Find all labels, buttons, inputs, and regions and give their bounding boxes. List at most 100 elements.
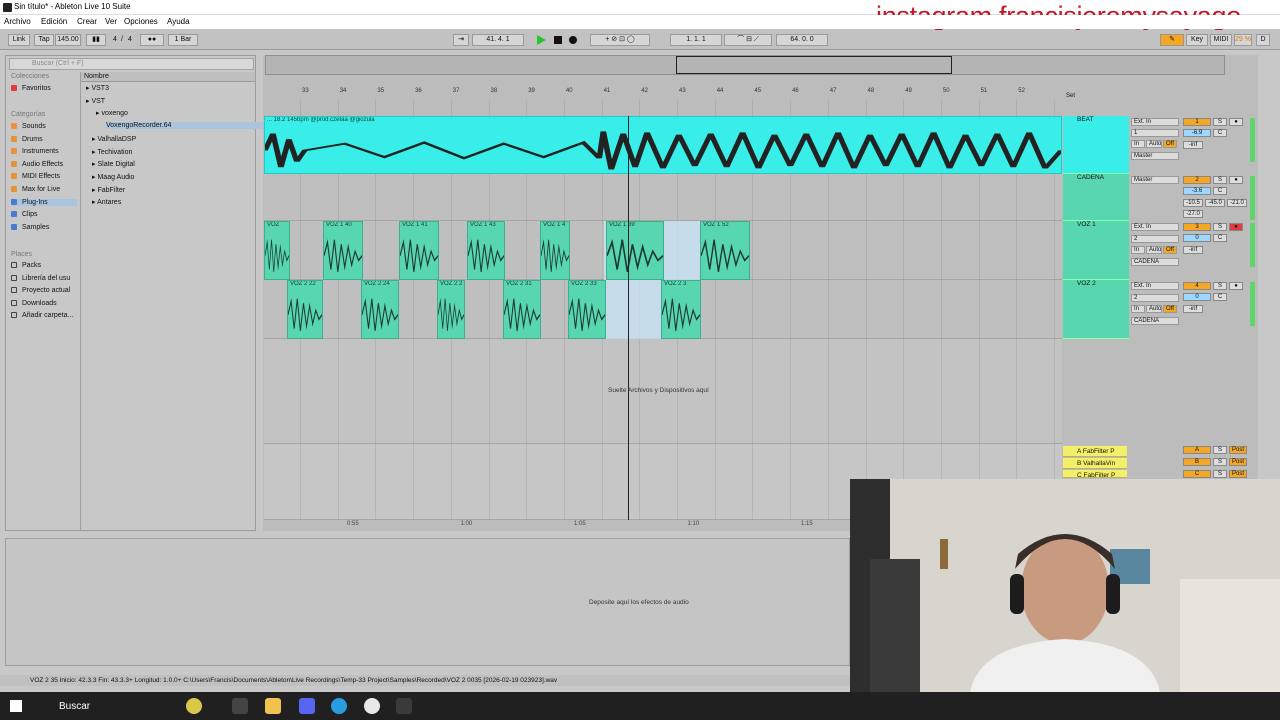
overview-viewport[interactable]: [676, 56, 952, 74]
ruler-bar-number[interactable]: 33: [302, 88, 309, 94]
beat-output-select[interactable]: Master: [1131, 152, 1179, 160]
monitor-auto-button[interactable]: Auto: [1146, 305, 1162, 313]
browser-search-input[interactable]: Buscar (Ctrl + F): [9, 58, 254, 70]
overdub-controls[interactable]: + ⊘ ⊡ ◯: [590, 34, 650, 46]
return-letter[interactable]: B: [1183, 458, 1211, 466]
ruler-bar-number[interactable]: 51: [981, 88, 988, 94]
arrangement-position[interactable]: 41. 4. 1: [472, 34, 524, 46]
ruler-bar-number[interactable]: 41: [604, 88, 611, 94]
browser-place[interactable]: Downloads: [11, 299, 57, 307]
ruler-bar-number[interactable]: 52: [1018, 88, 1025, 94]
loop-length-field[interactable]: 64. 0. 0: [776, 34, 828, 46]
browser-place[interactable]: Packs: [11, 262, 41, 269]
menu-opciones[interactable]: Opciones: [124, 17, 158, 26]
tempo-field[interactable]: 145.00: [55, 34, 81, 46]
browser-place[interactable]: Librería del usu: [11, 274, 70, 282]
voice-clip[interactable]: VOZ 1 52: [700, 221, 750, 280]
monitor-off-button[interactable]: Off: [1163, 305, 1177, 313]
voz1-channel-select[interactable]: 2: [1131, 235, 1179, 243]
task-view-icon[interactable]: [232, 698, 248, 714]
return-solo[interactable]: S: [1213, 470, 1227, 478]
browser-category[interactable]: Drums: [11, 135, 43, 143]
beat-clip[interactable]: ... 18.2 145bpm @prod.czetaa @giozula: [264, 116, 1062, 174]
return-post[interactable]: Post: [1229, 458, 1247, 466]
arm-button[interactable]: ●: [1229, 223, 1243, 231]
voz1-input-select[interactable]: Ext. In: [1131, 223, 1179, 231]
browser-item[interactable]: VoxengoRecorder.64: [106, 122, 276, 129]
browser-item[interactable]: ▸ Maag Audio: [92, 173, 134, 181]
beat-input-select[interactable]: Ext. In: [1131, 118, 1179, 126]
copilot-icon[interactable]: [186, 698, 202, 714]
monitor-in-button[interactable]: In: [1131, 246, 1145, 254]
browser-category[interactable]: MIDI Effects: [11, 173, 60, 180]
browser-item[interactable]: ▸ VST: [86, 97, 105, 105]
voz1-output-select[interactable]: CADENA: [1131, 258, 1179, 266]
ruler-bar-number[interactable]: 50: [943, 88, 950, 94]
ruler-bar-number[interactable]: 37: [453, 88, 460, 94]
file-explorer-icon[interactable]: [265, 698, 281, 714]
voice-clip[interactable]: VOZ 2 33: [568, 280, 606, 339]
browser-category[interactable]: Samples: [11, 223, 49, 231]
ruler-bar-number[interactable]: 45: [754, 88, 761, 94]
send-b-field[interactable]: -45.0: [1205, 199, 1225, 207]
pan-field[interactable]: C: [1213, 234, 1227, 242]
track-number-button[interactable]: 1: [1183, 118, 1211, 126]
arrangement-overview[interactable]: [265, 55, 1225, 75]
track-number-button[interactable]: 3: [1183, 223, 1211, 231]
record-button[interactable]: [569, 36, 577, 44]
voice-clip[interactable]: VOZ 2 31: [503, 280, 541, 339]
follow-button[interactable]: ⇥: [453, 34, 469, 46]
metronome-button[interactable]: ●●: [140, 34, 164, 46]
pan-field[interactable]: C: [1213, 129, 1227, 137]
volume-field[interactable]: 0: [1183, 293, 1211, 301]
device-view[interactable]: Deposite aquí los efectos de audio: [5, 538, 850, 666]
solo-button[interactable]: S: [1213, 223, 1227, 231]
pencil-icon[interactable]: ✎: [1160, 34, 1184, 46]
menu-crear[interactable]: Crear: [77, 17, 97, 26]
ruler-bar-number[interactable]: 43: [679, 88, 686, 94]
track-number-button[interactable]: 2: [1183, 176, 1211, 184]
browser-item[interactable]: ▸ Techivation: [92, 148, 132, 156]
voice-clip[interactable]: VOZ 1 41: [399, 221, 439, 280]
midi-map-button[interactable]: MIDI: [1210, 34, 1232, 46]
windows-start-icon[interactable]: [10, 700, 22, 712]
browser-item[interactable]: ▸ Antares: [92, 198, 121, 206]
favorites-item[interactable]: Favoritos: [11, 85, 51, 92]
edge-icon[interactable]: [331, 698, 347, 714]
monitor-auto-button[interactable]: Auto: [1146, 140, 1162, 148]
return-post[interactable]: Post: [1229, 470, 1247, 478]
track-header-voz2[interactable]: VOZ 2: [1063, 280, 1129, 339]
volume-field[interactable]: -3.6: [1183, 187, 1211, 195]
ruler-bar-number[interactable]: 47: [830, 88, 837, 94]
return-letter[interactable]: C: [1183, 470, 1211, 478]
monitor-off-button[interactable]: Off: [1163, 140, 1177, 148]
key-map-button[interactable]: Key: [1186, 34, 1208, 46]
arm-button[interactable]: ●: [1229, 176, 1243, 184]
track-header-beat[interactable]: BEAT: [1063, 116, 1129, 174]
return-b[interactable]: B ValhallaVin: [1063, 458, 1127, 469]
track-header-voz1[interactable]: VOZ 1: [1063, 221, 1129, 280]
browser-item[interactable]: ▸ voxengo: [96, 109, 128, 117]
loop-start-field[interactable]: 1. 1. 1: [670, 34, 722, 46]
browser-category[interactable]: Max for Live: [11, 186, 60, 193]
monitor-off-button[interactable]: Off: [1163, 246, 1177, 254]
menu-edicion[interactable]: Edición: [41, 17, 67, 26]
ruler-bar-number[interactable]: 40: [566, 88, 573, 94]
browser-category[interactable]: Audio Effects: [11, 160, 63, 168]
voice-clip[interactable]: VOZ 1 43: [467, 221, 505, 280]
browser-item[interactable]: ▸ FabFilter: [92, 186, 125, 194]
cadena-lane[interactable]: [264, 174, 1062, 221]
solo-button[interactable]: S: [1213, 282, 1227, 290]
ruler-bar-number[interactable]: 49: [905, 88, 912, 94]
track-header-cadena[interactable]: CADENA: [1063, 174, 1129, 221]
signature-denominator[interactable]: 4: [128, 36, 132, 43]
ruler-bar-number[interactable]: 44: [717, 88, 724, 94]
taskbar-search[interactable]: Buscar: [59, 701, 90, 712]
chrome-icon[interactable]: [364, 698, 380, 714]
ruler-bar-number[interactable]: 35: [377, 88, 384, 94]
set-button[interactable]: Set: [1066, 93, 1075, 99]
browser-category[interactable]: Plug-Ins: [11, 198, 77, 206]
voice-clip[interactable]: VOZ: [264, 221, 290, 280]
voz2-channel-select[interactable]: 2: [1131, 294, 1179, 302]
return-solo[interactable]: S: [1213, 446, 1227, 454]
